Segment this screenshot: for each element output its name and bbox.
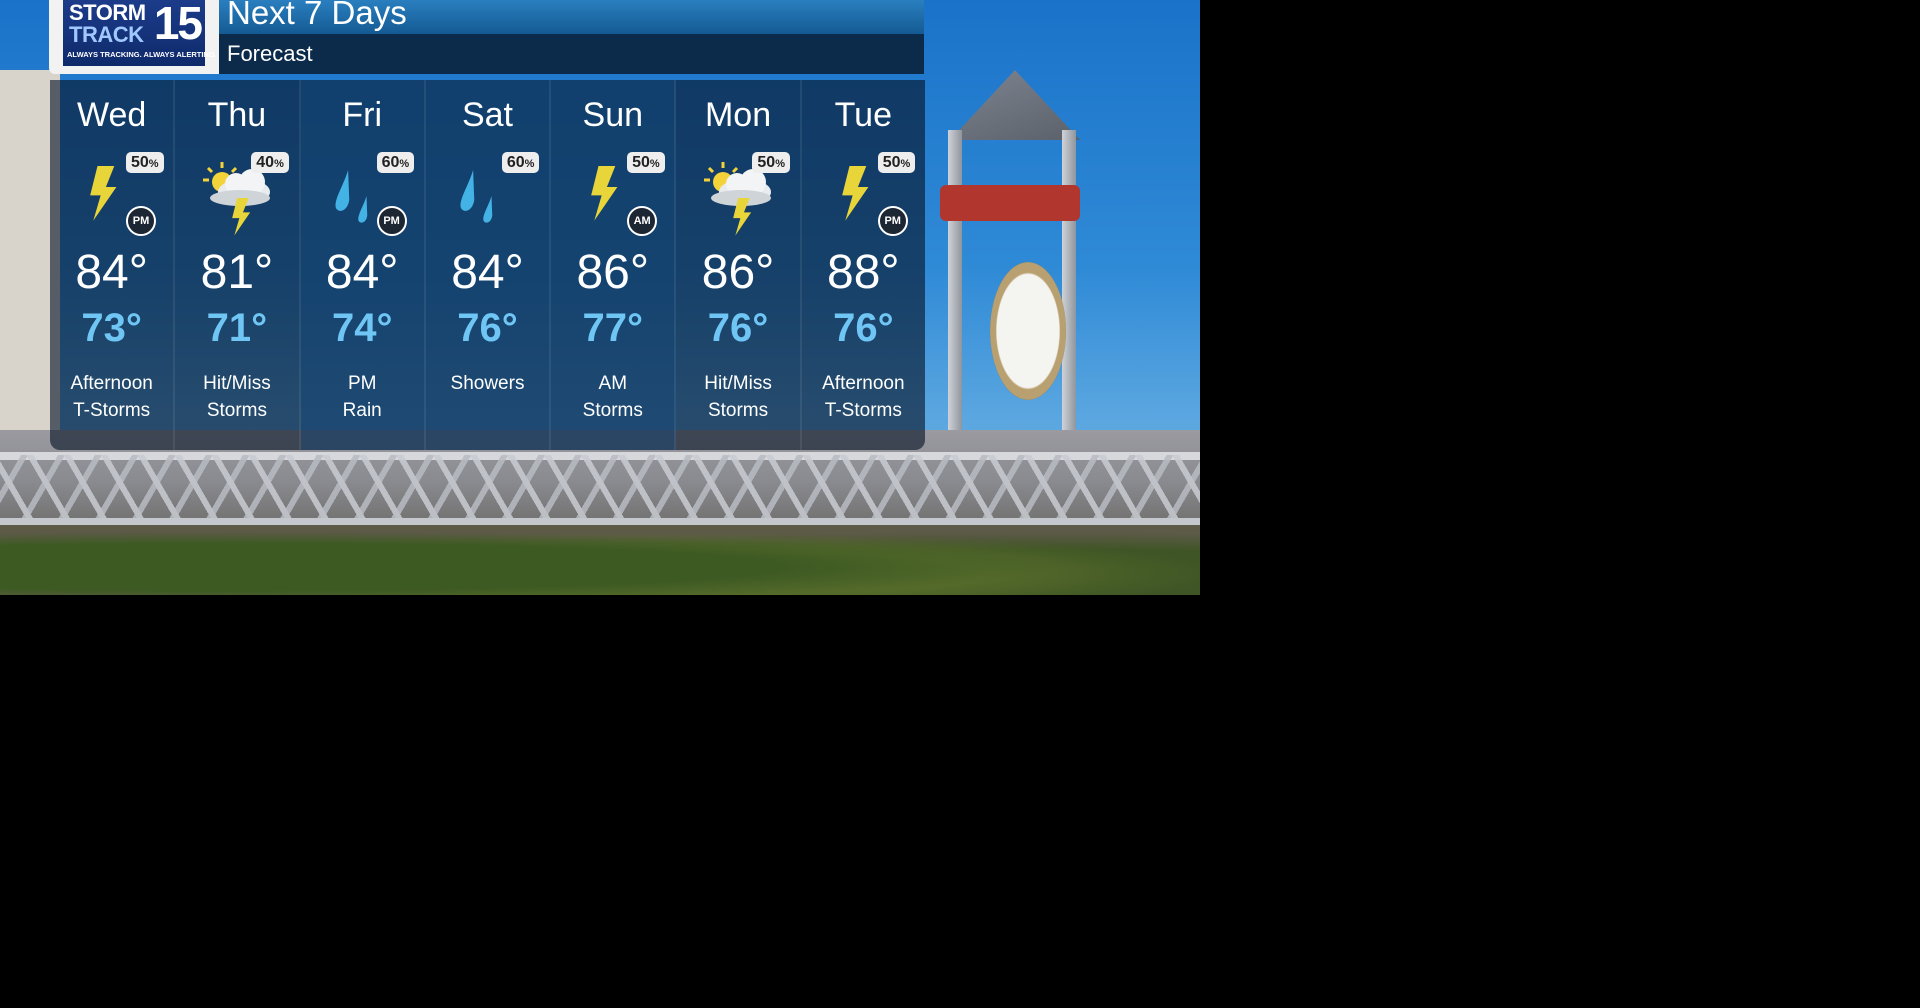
forecast-day-wed: Wed 50% PM 84° 73° Afternoon T-Storms [50, 80, 176, 450]
high-temp: 86° [576, 246, 650, 299]
precip-chance-badge: 50% [126, 152, 164, 173]
precip-chance-badge: 50% [752, 152, 790, 173]
day-name: Wed [76, 96, 147, 134]
condition-text: PM Rain [342, 373, 382, 421]
precip-chance-badge: 40% [251, 152, 289, 173]
trees [0, 525, 1200, 595]
condition-text: Showers [450, 373, 525, 394]
low-temp: 74° [331, 306, 393, 350]
time-of-day-badge: PM [877, 206, 908, 236]
high-temp: 84° [325, 246, 399, 299]
condition-text: AM Storms [582, 373, 643, 421]
logo-number: 15 [153, 0, 203, 49]
high-temp: 81° [200, 246, 274, 299]
time-of-day-badge: PM [126, 206, 156, 236]
high-temp: 84° [451, 246, 524, 299]
precip-chance-badge: 60% [501, 152, 540, 173]
page-title: Next 7 Days [227, 0, 407, 31]
condition-text: Afternoon T-Storms [70, 373, 153, 421]
subtitle-bar: Forecast [219, 34, 924, 74]
low-temp: 77° [582, 306, 644, 350]
clock-face [990, 262, 1066, 400]
condition-text: Hit/Miss Storms [203, 373, 271, 421]
high-temp: 86° [701, 246, 775, 299]
title-bar: Next 7 Days [219, 0, 924, 34]
precip-chance-badge: 50% [627, 152, 665, 173]
precip-chance-badge: 60% [376, 152, 415, 173]
day-name: Fri [342, 96, 383, 134]
forecast-day-mon: Mon 50% 86° 76° Hit/Miss Storms [676, 80, 802, 450]
forecast-day-thu: Thu 40% 81° 71° Hit/Miss Storms [175, 80, 301, 450]
day-name: Sun [582, 96, 644, 134]
forecast-day-tue: Tue 50% PM 88° 76° Afternoon T-Storms [802, 80, 925, 450]
time-of-day-badge: PM [376, 206, 407, 236]
logo-tagline: ALWAYS TRACKING. ALWAYS ALERTING. [67, 50, 217, 59]
station-logo: STORM TRACK 15 ALWAYS TRACKING. ALWAYS A… [49, 0, 219, 74]
low-temp: 73° [81, 306, 142, 350]
high-temp: 88° [827, 246, 900, 299]
forecast-panel: Wed 50% PM 84° 73° Afternoon T-Storms Thu… [50, 80, 925, 450]
day-name: Tue [834, 96, 892, 134]
day-name: Mon [704, 96, 772, 134]
canopy-truss [0, 455, 1200, 525]
low-temp: 76° [707, 306, 769, 350]
page-subtitle: Forecast [227, 41, 313, 66]
forecast-day-sun: Sun 50% AM 86° 77° AM Storms [551, 80, 677, 450]
high-temp: 84° [75, 246, 148, 299]
forecast-day-sat: Sat 60% 84° 76° Showers [425, 80, 552, 450]
low-temp: 71° [206, 306, 268, 350]
logo-track-text: TRACK [69, 22, 144, 47]
condition-text: Hit/Miss Storms [704, 373, 772, 421]
condition-text: Afternoon T-Storms [822, 373, 905, 421]
precip-chance-badge: 50% [877, 152, 916, 173]
low-temp: 76° [457, 306, 518, 350]
forecast-day-fri: Fri 60% PM 84° 74° PM Rain [300, 80, 426, 450]
day-name: Thu [207, 96, 267, 134]
time-of-day-badge: AM [627, 206, 658, 236]
day-name: Sat [461, 96, 513, 134]
low-temp: 76° [833, 306, 894, 350]
